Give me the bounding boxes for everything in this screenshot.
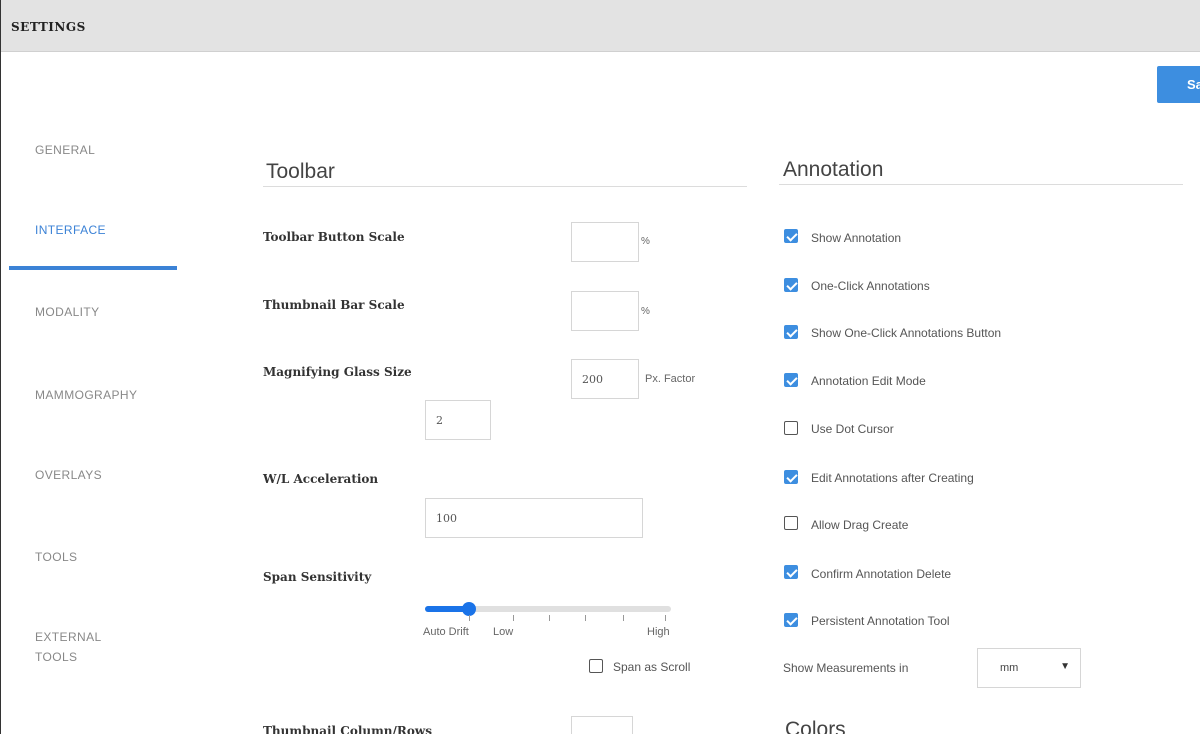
- show-one-click-button-checkbox[interactable]: [784, 325, 798, 339]
- annotation-edit-mode-label: Annotation Edit Mode: [811, 374, 926, 388]
- one-click-annotations-label: One-Click Annotations: [811, 279, 930, 293]
- magnifying-glass-unit-label: Px. Factor: [645, 373, 696, 385]
- magnifying-glass-factor-input[interactable]: 2: [425, 400, 491, 440]
- slider-tick: [623, 615, 624, 621]
- show-annotation-label: Show Annotation: [811, 231, 902, 245]
- sidebar-item-external-label-2: TOOLS: [35, 650, 78, 664]
- wl-acceleration-label: W/L Acceleration: [263, 472, 379, 486]
- toolbar-section-divider: [263, 186, 747, 187]
- thumbnail-column-rows-label: Thumbnail Column/Rows: [263, 724, 432, 734]
- window-title: SETTINGS: [11, 20, 86, 34]
- confirm-delete-checkbox[interactable]: [784, 565, 798, 579]
- slider-tick: [513, 615, 514, 621]
- chevron-down-icon: ▼: [1060, 661, 1070, 672]
- sidebar-item-interface[interactable]: INTERFACE: [35, 220, 106, 240]
- confirm-delete-label: Confirm Annotation Delete: [811, 567, 952, 581]
- slider-caption-auto: Auto Drift: [423, 626, 469, 638]
- span-sensitivity-handle[interactable]: [462, 602, 476, 616]
- toolbar-button-scale-label: Toolbar Button Scale: [263, 230, 405, 244]
- thumbnail-column-rows-input[interactable]: [571, 716, 633, 734]
- show-annotation-checkbox[interactable]: [784, 229, 798, 243]
- annotation-edit-mode-checkbox[interactable]: [784, 373, 798, 387]
- measurements-unit-select[interactable]: mm ▼: [977, 648, 1081, 688]
- colors-section-title: Colors: [785, 718, 846, 734]
- sidebar-item-external-tools[interactable]: EXTERNAL TOOLS: [35, 627, 102, 667]
- sidebar-item-modality[interactable]: MODALITY: [35, 302, 100, 322]
- toolbar-button-scale-unit: %: [641, 236, 650, 247]
- sidebar-item-overlays[interactable]: OVERLAYS: [35, 465, 102, 485]
- slider-caption-low: Low: [493, 626, 514, 638]
- slider-tick: [665, 615, 666, 621]
- toolbar-button-scale-input[interactable]: [571, 222, 639, 262]
- annotation-section-title: Annotation: [783, 158, 884, 181]
- slider-caption-high: High: [647, 626, 670, 638]
- span-as-scroll-label: Span as Scroll: [613, 660, 691, 674]
- thumbnail-bar-scale-label: Thumbnail Bar Scale: [263, 298, 405, 312]
- settings-window: SETTINGS Sa GENERAL INTERFACE MODALITY M…: [0, 0, 1200, 734]
- span-as-scroll-checkbox[interactable]: [589, 659, 603, 673]
- edit-after-creating-label: Edit Annotations after Creating: [811, 471, 974, 485]
- allow-drag-create-checkbox[interactable]: [784, 516, 798, 530]
- allow-drag-create-label: Allow Drag Create: [811, 518, 909, 532]
- slider-tick: [549, 615, 550, 621]
- sidebar-item-tools[interactable]: TOOLS: [35, 547, 77, 567]
- slider-tick: [469, 615, 470, 621]
- measurements-unit-value: mm: [1000, 662, 1019, 674]
- thumbnail-bar-scale-unit: %: [641, 306, 650, 317]
- annotation-section-divider: [779, 184, 1183, 185]
- show-one-click-button-label: Show One-Click Annotations Button: [811, 326, 1002, 340]
- magnifying-glass-size-input[interactable]: 200: [571, 359, 639, 399]
- persistent-tool-checkbox[interactable]: [784, 613, 798, 627]
- sidebar-item-mammography[interactable]: MAMMOGRAPHY: [35, 385, 137, 405]
- measurements-unit-label: Show Measurements in: [783, 661, 909, 675]
- edit-after-creating-checkbox[interactable]: [784, 470, 798, 484]
- magnifying-glass-size-label: Magnifying Glass Size: [263, 365, 412, 379]
- save-button[interactable]: Sa: [1157, 66, 1200, 103]
- active-tab-indicator: [9, 266, 177, 270]
- persistent-tool-label: Persistent Annotation Tool: [811, 614, 950, 628]
- use-dot-cursor-checkbox[interactable]: [784, 421, 798, 435]
- title-bar: SETTINGS: [1, 0, 1200, 52]
- wl-acceleration-input[interactable]: 100: [425, 498, 643, 538]
- use-dot-cursor-label: Use Dot Cursor: [811, 422, 894, 436]
- slider-tick: [585, 615, 586, 621]
- sidebar-item-external-label: EXTERNAL: [35, 630, 102, 644]
- thumbnail-bar-scale-input[interactable]: [571, 291, 639, 331]
- toolbar-section-title: Toolbar: [266, 160, 335, 183]
- sidebar-item-general[interactable]: GENERAL: [35, 140, 95, 160]
- one-click-annotations-checkbox[interactable]: [784, 278, 798, 292]
- span-sensitivity-label: Span Sensitivity: [263, 570, 372, 584]
